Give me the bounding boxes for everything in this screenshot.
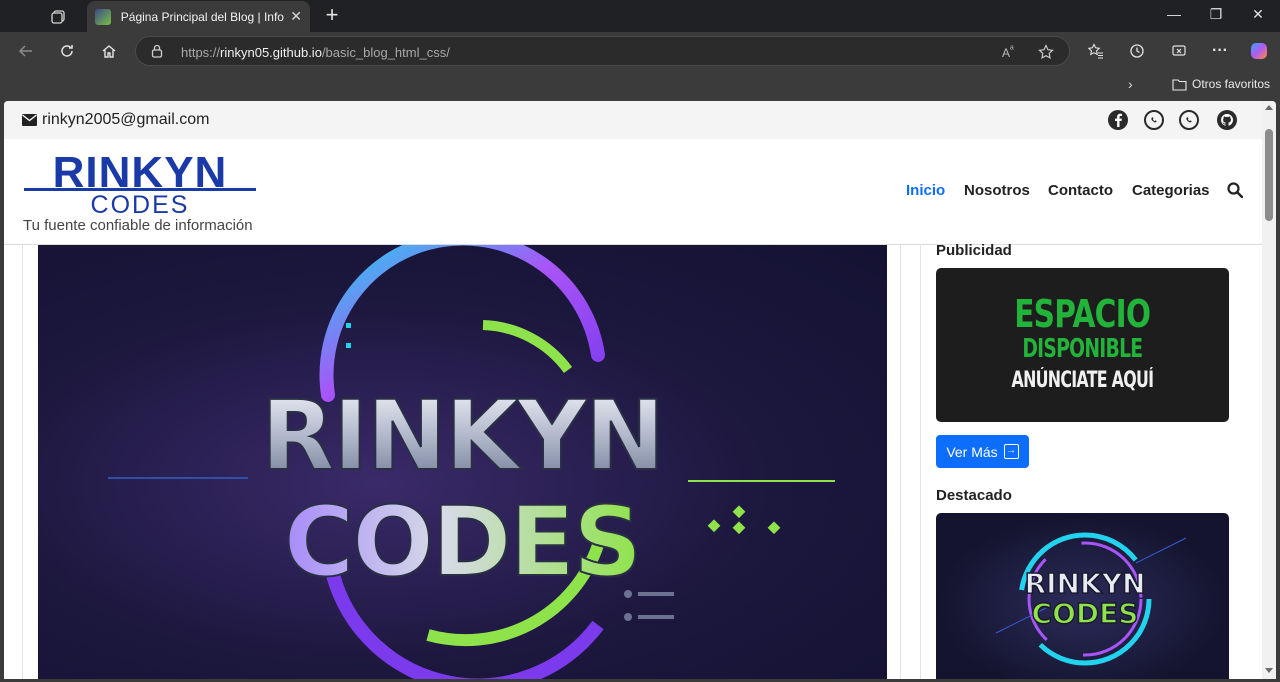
featured-logo-line1: RINKYN xyxy=(1025,567,1146,600)
contact-bar: rinkyn2005@gmail.com xyxy=(4,101,1262,139)
facebook-icon[interactable] xyxy=(1108,110,1128,130)
hero-logo-line2: CODES xyxy=(284,486,640,598)
read-aloud-icon[interactable]: Aᵃ xyxy=(1002,44,1014,60)
ad-banner[interactable]: ESPACIO DISPONIBLE ANÚNCIATE AQUÍ xyxy=(936,268,1229,422)
copilot-icon[interactable] xyxy=(1246,39,1272,63)
email-link[interactable]: rinkyn2005@gmail.com xyxy=(22,111,209,129)
featured-logo-line2: CODES xyxy=(1032,597,1139,630)
screenshot-icon[interactable] xyxy=(1166,39,1192,63)
email-text: rinkyn2005@gmail.com xyxy=(42,111,210,128)
lock-icon[interactable] xyxy=(150,44,164,63)
ver-mas-button[interactable]: Ver Más → xyxy=(936,435,1029,468)
hero-image: RINKYN CODES xyxy=(38,245,887,679)
tab-strip: Página Principal del Blog | Informa ✕ + … xyxy=(0,0,1280,32)
folder-icon xyxy=(1172,78,1187,91)
featured-image[interactable]: RINKYN CODES xyxy=(936,513,1229,679)
ad-line3: ANÚNCIATE AQUÍ xyxy=(1011,368,1154,393)
featured-section-title: Destacado xyxy=(936,487,1012,504)
ad-line1: ESPACIO xyxy=(1014,292,1151,336)
favorites-icon[interactable] xyxy=(1083,39,1109,63)
history-icon[interactable] xyxy=(1124,39,1150,63)
site-header: RINKYN CODES Tu fuente confiable de info… xyxy=(4,139,1262,245)
more-icon[interactable]: ··· xyxy=(1207,39,1233,63)
nav-inicio[interactable]: Inicio xyxy=(906,182,945,199)
ad-section-title: Publicidad xyxy=(936,242,1012,259)
hero-logo-art: RINKYN CODES xyxy=(108,245,835,679)
scroll-thumb[interactable] xyxy=(1265,129,1273,221)
ver-mas-label: Ver Más xyxy=(946,443,998,460)
search-icon[interactable] xyxy=(1227,182,1244,203)
close-icon[interactable]: ✕ xyxy=(290,8,302,25)
page-scrollbar[interactable] xyxy=(1262,101,1276,679)
url-text: https://rinkyn05.github.io/basic_blog_ht… xyxy=(181,45,450,60)
envelope-icon xyxy=(22,114,37,126)
nav-contacto[interactable]: Contacto xyxy=(1048,182,1113,199)
chevron-right-icon[interactable]: › xyxy=(1128,76,1133,92)
address-bar[interactable]: https://rinkyn05.github.io/basic_blog_ht… xyxy=(135,36,1070,66)
browser-toolbar: https://rinkyn05.github.io/basic_blog_ht… xyxy=(0,32,1280,70)
site-tagline: Tu fuente confiable de información xyxy=(23,217,253,234)
tab-title: Página Principal del Blog | Informa xyxy=(120,9,285,24)
favorites-folder-label: Otros favoritos xyxy=(1192,77,1271,91)
favorites-folder[interactable]: Otros favoritos xyxy=(1172,77,1270,91)
github-icon[interactable] xyxy=(1217,110,1237,130)
site-logo[interactable]: RINKYN CODES xyxy=(24,151,256,215)
ad-line2: DISPONIBLE xyxy=(1022,334,1143,364)
back-icon[interactable] xyxy=(13,39,39,63)
favorites-bar: › Otros favoritos xyxy=(0,70,1280,100)
whatsapp-icon[interactable] xyxy=(1179,110,1199,130)
window-close-icon[interactable]: ✕ xyxy=(1246,6,1270,26)
featured-logo-art: RINKYN CODES xyxy=(995,532,1187,666)
arrow-right-icon: → xyxy=(1003,444,1019,459)
main-content: RINKYN CODES Publicidad ESPACIO DISPONIB… xyxy=(4,242,1262,679)
site-favicon-icon xyxy=(95,8,111,25)
minimize-icon[interactable]: — xyxy=(1162,6,1186,26)
tab-actions-icon[interactable] xyxy=(46,6,70,28)
main-column: RINKYN CODES xyxy=(22,245,901,679)
page-viewport: rinkyn2005@gmail.com RINKYN CODES Tu fue… xyxy=(4,101,1276,679)
plus-icon[interactable]: + xyxy=(320,4,344,28)
logo-line2: CODES xyxy=(91,191,190,215)
sidebar: Publicidad ESPACIO DISPONIBLE ANÚNCIATE … xyxy=(920,242,1262,679)
scroll-up-icon[interactable] xyxy=(1265,105,1273,110)
home-icon[interactable] xyxy=(96,39,122,63)
nav-categorias[interactable]: Categorias xyxy=(1132,182,1210,199)
active-tab[interactable]: Página Principal del Blog | Informa ✕ xyxy=(87,1,310,32)
star-icon[interactable] xyxy=(1038,44,1054,65)
nav-nosotros[interactable]: Nosotros xyxy=(964,182,1030,199)
hero-logo-line1: RINKYN xyxy=(261,380,663,492)
refresh-icon[interactable] xyxy=(54,39,80,63)
restore-icon[interactable]: ❐ xyxy=(1204,6,1228,26)
whatsapp-icon[interactable] xyxy=(1144,110,1164,130)
scroll-down-icon[interactable] xyxy=(1265,668,1273,673)
